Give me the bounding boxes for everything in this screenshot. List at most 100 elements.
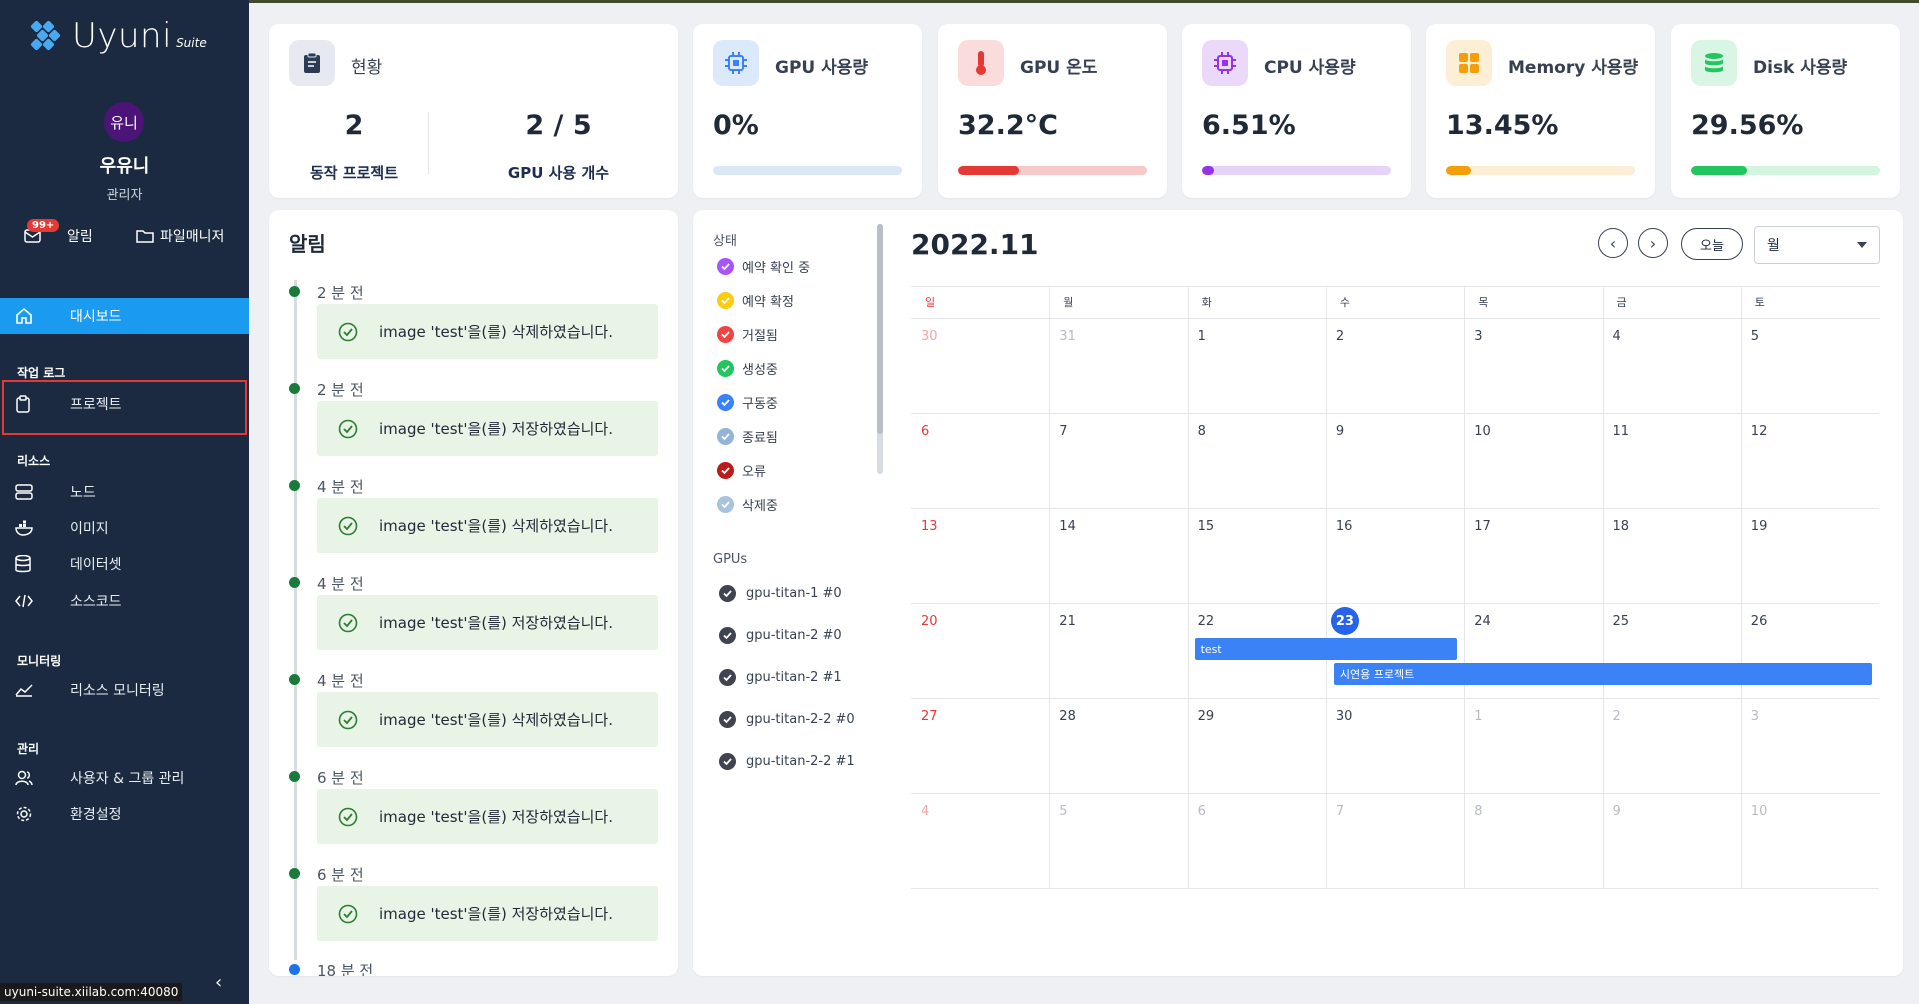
- status-legend-item[interactable]: 오류: [717, 461, 766, 480]
- calendar-day[interactable]: 15: [1188, 508, 1326, 603]
- gpu-label: gpu-titan-2 #1: [746, 670, 842, 685]
- calendar-day[interactable]: 30: [1326, 698, 1464, 793]
- calendar-day[interactable]: 1: [1188, 318, 1326, 413]
- metric-progress-fill: [1202, 166, 1215, 175]
- weekday-header: 수: [1339, 296, 1351, 309]
- calendar-day[interactable]: 10: [1464, 413, 1602, 508]
- sidebar-item-dataset[interactable]: 데이터셋: [0, 548, 249, 580]
- calendar-day[interactable]: 3: [1464, 318, 1602, 413]
- timeline-dot: [289, 964, 300, 975]
- notification-message-box: image 'test'을(를) 삭제하였습니다.: [317, 304, 658, 359]
- calendar-day[interactable]: 9: [1326, 413, 1464, 508]
- calendar-day[interactable]: 21: [1049, 603, 1187, 698]
- calendar-day[interactable]: 31: [1049, 318, 1187, 413]
- status-url: uyuni-suite.xiilab.com:40080: [0, 983, 183, 1001]
- calendar-day[interactable]: 19: [1741, 508, 1879, 603]
- gpu-legend-item[interactable]: gpu-titan-2-2 #0: [719, 711, 855, 728]
- gpu-legend-item[interactable]: gpu-titan-2 #0: [719, 627, 842, 644]
- calendar-day[interactable]: 17: [1464, 508, 1602, 603]
- calendar-day[interactable]: 13: [911, 508, 1049, 603]
- next-month-button[interactable]: ›: [1638, 228, 1668, 258]
- today-button[interactable]: 오늘: [1681, 228, 1743, 260]
- filemanager-label: 파일매니저: [160, 229, 225, 245]
- sidebar-item-image[interactable]: 이미지: [0, 512, 249, 544]
- calendar-day[interactable]: 27: [911, 698, 1049, 793]
- calendar-event[interactable]: test: [1194, 638, 1458, 660]
- section-admin: 관리: [17, 742, 40, 756]
- calendar-day[interactable]: 5: [1049, 793, 1187, 888]
- calendar-day[interactable]: 5: [1741, 318, 1879, 413]
- calendar-day[interactable]: 7: [1049, 413, 1187, 508]
- calendar-day[interactable]: 28: [1049, 698, 1187, 793]
- calendar-day[interactable]: 9: [1603, 793, 1741, 888]
- calendar-day[interactable]: 12: [1741, 413, 1879, 508]
- collapse-sidebar-icon[interactable]: ‹: [215, 972, 222, 993]
- calendar-day[interactable]: 10: [1741, 793, 1879, 888]
- calendar-day[interactable]: 18: [1603, 508, 1741, 603]
- metric-title: GPU 온도: [1020, 58, 1098, 78]
- metric-progress-bar: [958, 166, 1147, 175]
- status-legend-item[interactable]: 구동중: [717, 393, 778, 412]
- check-circle-icon: [717, 326, 734, 343]
- status-legend-item[interactable]: 거절됨: [717, 325, 778, 344]
- calendar-day[interactable]: 29: [1188, 698, 1326, 793]
- view-select[interactable]: 월: [1754, 226, 1880, 264]
- database-icon: [1691, 40, 1737, 86]
- notification-message-box: image 'test'을(를) 저장하였습니다.: [317, 595, 658, 650]
- status-label: 예약 확인 중: [742, 261, 811, 276]
- calendar-day[interactable]: 7: [1326, 793, 1464, 888]
- calendar-day[interactable]: 30: [911, 318, 1049, 413]
- status-legend-item[interactable]: 예약 확정: [717, 291, 794, 310]
- calendar-day[interactable]: 4: [1603, 318, 1741, 413]
- calendar-day[interactable]: 2: [1326, 318, 1464, 413]
- calendar-day[interactable]: 16: [1326, 508, 1464, 603]
- today-date-badge[interactable]: 23: [1330, 607, 1359, 635]
- gpu-legend-item[interactable]: gpu-titan-2 #1: [719, 669, 842, 686]
- calendar-day[interactable]: 6: [911, 413, 1049, 508]
- grid-line: [911, 286, 1880, 287]
- check-circle-icon: [717, 462, 734, 479]
- status-legend-item[interactable]: 종료됨: [717, 427, 778, 446]
- calendar-day[interactable]: 20: [911, 603, 1049, 698]
- notification-time: 18 분 전: [317, 962, 374, 976]
- timeline-dot: [289, 286, 300, 297]
- logo-mark-icon: [30, 18, 66, 54]
- timeline-dot: [289, 868, 300, 879]
- chip-icon: [1202, 40, 1248, 86]
- avatar[interactable]: 유니: [104, 102, 144, 142]
- sidebar-item-settings[interactable]: 환경설정: [0, 798, 249, 830]
- calendar-day[interactable]: 2: [1603, 698, 1741, 793]
- sidebar-item-sourcecode[interactable]: 소스코드: [0, 585, 249, 617]
- calendar-day[interactable]: 14: [1049, 508, 1187, 603]
- notification-message-box: image 'test'을(를) 저장하였습니다.: [317, 789, 658, 844]
- status-label: 생성중: [742, 363, 778, 378]
- sidebar-item-resource-monitoring[interactable]: 리소스 모니터링: [0, 674, 249, 706]
- calendar-day[interactable]: 11: [1603, 413, 1741, 508]
- metric-card: CPU 사용량 6.51%: [1182, 24, 1411, 198]
- timeline-dot: [289, 674, 300, 685]
- gpu-legend-item[interactable]: gpu-titan-2-2 #1: [719, 753, 855, 770]
- app-logo[interactable]: Uyuni Suite: [30, 16, 207, 56]
- calendar-day[interactable]: 4: [911, 793, 1049, 888]
- status-label: 오류: [742, 465, 766, 480]
- calendar-title: 2022.11: [911, 228, 1039, 261]
- calendar-day[interactable]: 6: [1188, 793, 1326, 888]
- status-legend-item[interactable]: 생성중: [717, 359, 778, 378]
- calendar-day[interactable]: 8: [1464, 793, 1602, 888]
- sidebar-item-node[interactable]: 노드: [0, 476, 249, 508]
- gpu-legend-item[interactable]: gpu-titan-1 #0: [719, 585, 842, 602]
- section-resource: 리소스: [17, 454, 51, 468]
- status-legend-item[interactable]: 삭제중: [717, 495, 778, 514]
- calendar-day[interactable]: 1: [1464, 698, 1602, 793]
- calendar-day[interactable]: 3: [1741, 698, 1879, 793]
- sidebar-item-dashboard[interactable]: 대시보드: [0, 298, 249, 334]
- status-legend-item[interactable]: 예약 확인 중: [717, 257, 810, 276]
- legend-scrollbar-thumb[interactable]: [877, 224, 883, 434]
- filemanager-link[interactable]: 파일매니저: [136, 226, 224, 246]
- sidebar-item-user-group[interactable]: 사용자 & 그룹 관리: [0, 762, 249, 794]
- prev-month-button[interactable]: ‹: [1598, 228, 1628, 258]
- calendar-day[interactable]: 8: [1188, 413, 1326, 508]
- sidebar-item-label: 소스코드: [70, 594, 122, 610]
- memory-icon: [1446, 40, 1492, 86]
- calendar-event[interactable]: 시연용 프로젝트: [1333, 663, 1873, 685]
